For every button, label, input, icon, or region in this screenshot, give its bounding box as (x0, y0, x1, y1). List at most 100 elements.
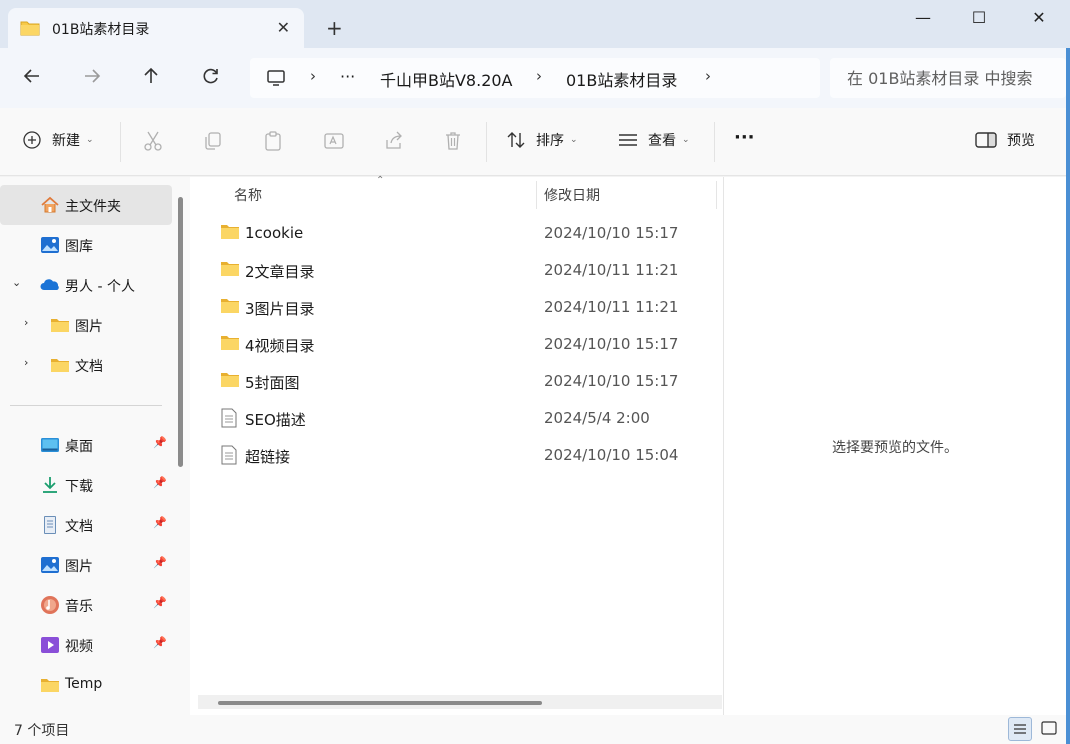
sidebar-item-home[interactable]: 主文件夹 (0, 185, 172, 225)
breadcrumb-item[interactable]: 01B站素材目录 (566, 67, 677, 91)
sidebar-item-videos[interactable]: 视频 📌 (0, 625, 172, 665)
pin-icon[interactable]: 📌 (153, 556, 167, 569)
search-box[interactable] (830, 58, 1066, 98)
chevron-right-icon[interactable]: › (24, 316, 28, 329)
sidebar-item-gallery[interactable]: 图库 (0, 225, 172, 265)
close-button[interactable]: ✕ (1024, 8, 1054, 28)
sidebar-item-onedrive[interactable]: ⌄ 男人 - 个人 (0, 265, 172, 305)
details-view-icon (1014, 724, 1026, 734)
scrollbar-thumb[interactable] (218, 701, 542, 705)
column-header-name[interactable]: 名称 (234, 185, 262, 217)
sidebar-item-label: 音乐 (65, 599, 93, 615)
column-header-date[interactable]: 修改日期 (544, 185, 600, 217)
file-list: ⌃ 名称 修改日期 1cookie 2024/10/10 15:17 2文章目录… (190, 175, 723, 715)
delete-icon[interactable] (443, 130, 463, 152)
chevron-right-icon[interactable]: › (705, 67, 711, 85)
divider (120, 122, 121, 162)
plus-circle-icon (23, 131, 41, 149)
file-row[interactable]: 5封面图 2024/10/10 15:17 (210, 363, 720, 399)
rename-icon[interactable] (323, 130, 345, 152)
column-divider[interactable] (536, 181, 537, 209)
forward-arrow-icon[interactable] (80, 66, 104, 86)
pin-icon[interactable]: 📌 (153, 436, 167, 449)
window-border (1066, 48, 1070, 744)
up-arrow-icon[interactable] (139, 66, 163, 86)
sidebar-item-music[interactable]: 音乐 📌 (0, 585, 172, 625)
file-name: 5封面图 (245, 374, 300, 392)
new-label: 新建 (52, 133, 80, 149)
view-button[interactable]: 查看 ⌄ (618, 130, 690, 150)
details-view-button[interactable] (1008, 717, 1032, 741)
folder-icon (51, 359, 69, 372)
documents-icon (44, 516, 56, 534)
chevron-down-icon: ⌄ (86, 135, 94, 145)
sidebar-item-documents-folder[interactable]: › 文档 (0, 345, 172, 385)
folder-icon (221, 299, 239, 313)
address-bar[interactable]: › ··· 千山甲B站V8.20A › 01B站素材目录 › (250, 58, 820, 98)
sidebar-item-label: 图库 (65, 239, 93, 255)
tiles-view-icon (1041, 721, 1057, 735)
chevron-right-icon[interactable]: › (310, 67, 316, 85)
horizontal-scrollbar[interactable] (198, 695, 722, 709)
sidebar-item-label: 下载 (65, 479, 93, 495)
pin-icon[interactable]: 📌 (153, 636, 167, 649)
title-bar: 01B站素材目录 ✕ + — ☐ ✕ (0, 0, 1070, 48)
breadcrumb-item[interactable]: 千山甲B站V8.20A (380, 67, 513, 91)
cut-icon[interactable] (143, 130, 163, 152)
file-name: SEO描述 (245, 411, 306, 429)
sidebar-item-label: 桌面 (65, 439, 93, 455)
file-date: 2024/10/10 15:17 (544, 224, 679, 242)
file-name: 4视频目录 (245, 337, 315, 355)
file-row[interactable]: 超链接 2024/10/10 15:04 (210, 437, 720, 473)
sidebar-item-pictures[interactable]: 图片 📌 (0, 545, 172, 585)
navigation-pane: 主文件夹 图库 ⌄ 男人 - 个人 › 图片 › 文档 桌面 📌 下载 📌 文档… (0, 177, 190, 715)
tab-close-button[interactable]: ✕ (277, 18, 290, 37)
more-options-button[interactable]: ··· (734, 127, 755, 148)
file-row[interactable]: 3图片目录 2024/10/11 11:21 (210, 289, 720, 325)
chevron-down-icon[interactable]: ⌄ (12, 276, 21, 289)
sort-button[interactable]: 排序 ⌄ (506, 130, 578, 150)
file-row[interactable]: 4视频目录 2024/10/10 15:17 (210, 326, 720, 362)
paste-icon[interactable] (263, 130, 283, 152)
search-input[interactable] (830, 58, 1066, 98)
address-row: › ··· 千山甲B站V8.20A › 01B站素材目录 › (0, 48, 1070, 108)
sidebar-item-label: 文档 (65, 519, 93, 535)
sidebar-item-pictures-folder[interactable]: › 图片 (0, 305, 172, 345)
share-icon[interactable] (383, 130, 405, 152)
sidebar-item-temp[interactable]: Temp (0, 665, 172, 705)
pin-icon[interactable]: 📌 (153, 516, 167, 529)
tiles-view-button[interactable] (1038, 717, 1062, 741)
preview-pane-button[interactable]: 预览 (975, 130, 1035, 150)
minimize-button[interactable]: — (908, 8, 938, 28)
new-button[interactable]: 新建 ⌄ (22, 130, 94, 150)
tab-current-folder[interactable]: 01B站素材目录 ✕ (8, 8, 304, 48)
back-arrow-icon[interactable] (20, 66, 44, 86)
videos-icon (41, 637, 59, 653)
refresh-icon[interactable] (199, 66, 223, 86)
file-row[interactable]: SEO描述 2024/5/4 2:00 (210, 400, 720, 436)
sidebar-scrollbar[interactable] (178, 197, 183, 467)
column-divider[interactable] (716, 181, 717, 209)
preview-pane-icon (975, 132, 997, 148)
chevron-right-icon[interactable]: › (536, 67, 542, 85)
status-bar: 7 个项目 (0, 715, 1070, 744)
pin-icon[interactable]: 📌 (153, 476, 167, 489)
copy-icon[interactable] (203, 130, 223, 152)
sidebar-item-label: 图片 (75, 319, 103, 335)
divider (486, 122, 487, 162)
file-row[interactable]: 2文章目录 2024/10/11 11:21 (210, 252, 720, 288)
maximize-button[interactable]: ☐ (964, 8, 994, 28)
sidebar-item-desktop[interactable]: 桌面 📌 (0, 425, 172, 465)
sidebar-item-documents[interactable]: 文档 📌 (0, 505, 172, 545)
text-file-icon (221, 408, 237, 428)
computer-icon (267, 70, 285, 86)
pin-icon[interactable]: 📌 (153, 596, 167, 609)
divider (714, 122, 715, 162)
file-row[interactable]: 1cookie 2024/10/10 15:17 (210, 215, 720, 251)
sidebar-item-downloads[interactable]: 下载 📌 (0, 465, 172, 505)
preview-label: 预览 (1007, 133, 1035, 149)
new-tab-button[interactable]: + (326, 18, 343, 38)
file-date: 2024/10/10 15:17 (544, 372, 679, 390)
chevron-right-icon[interactable]: › (24, 356, 28, 369)
breadcrumb-more[interactable]: ··· (340, 67, 355, 86)
